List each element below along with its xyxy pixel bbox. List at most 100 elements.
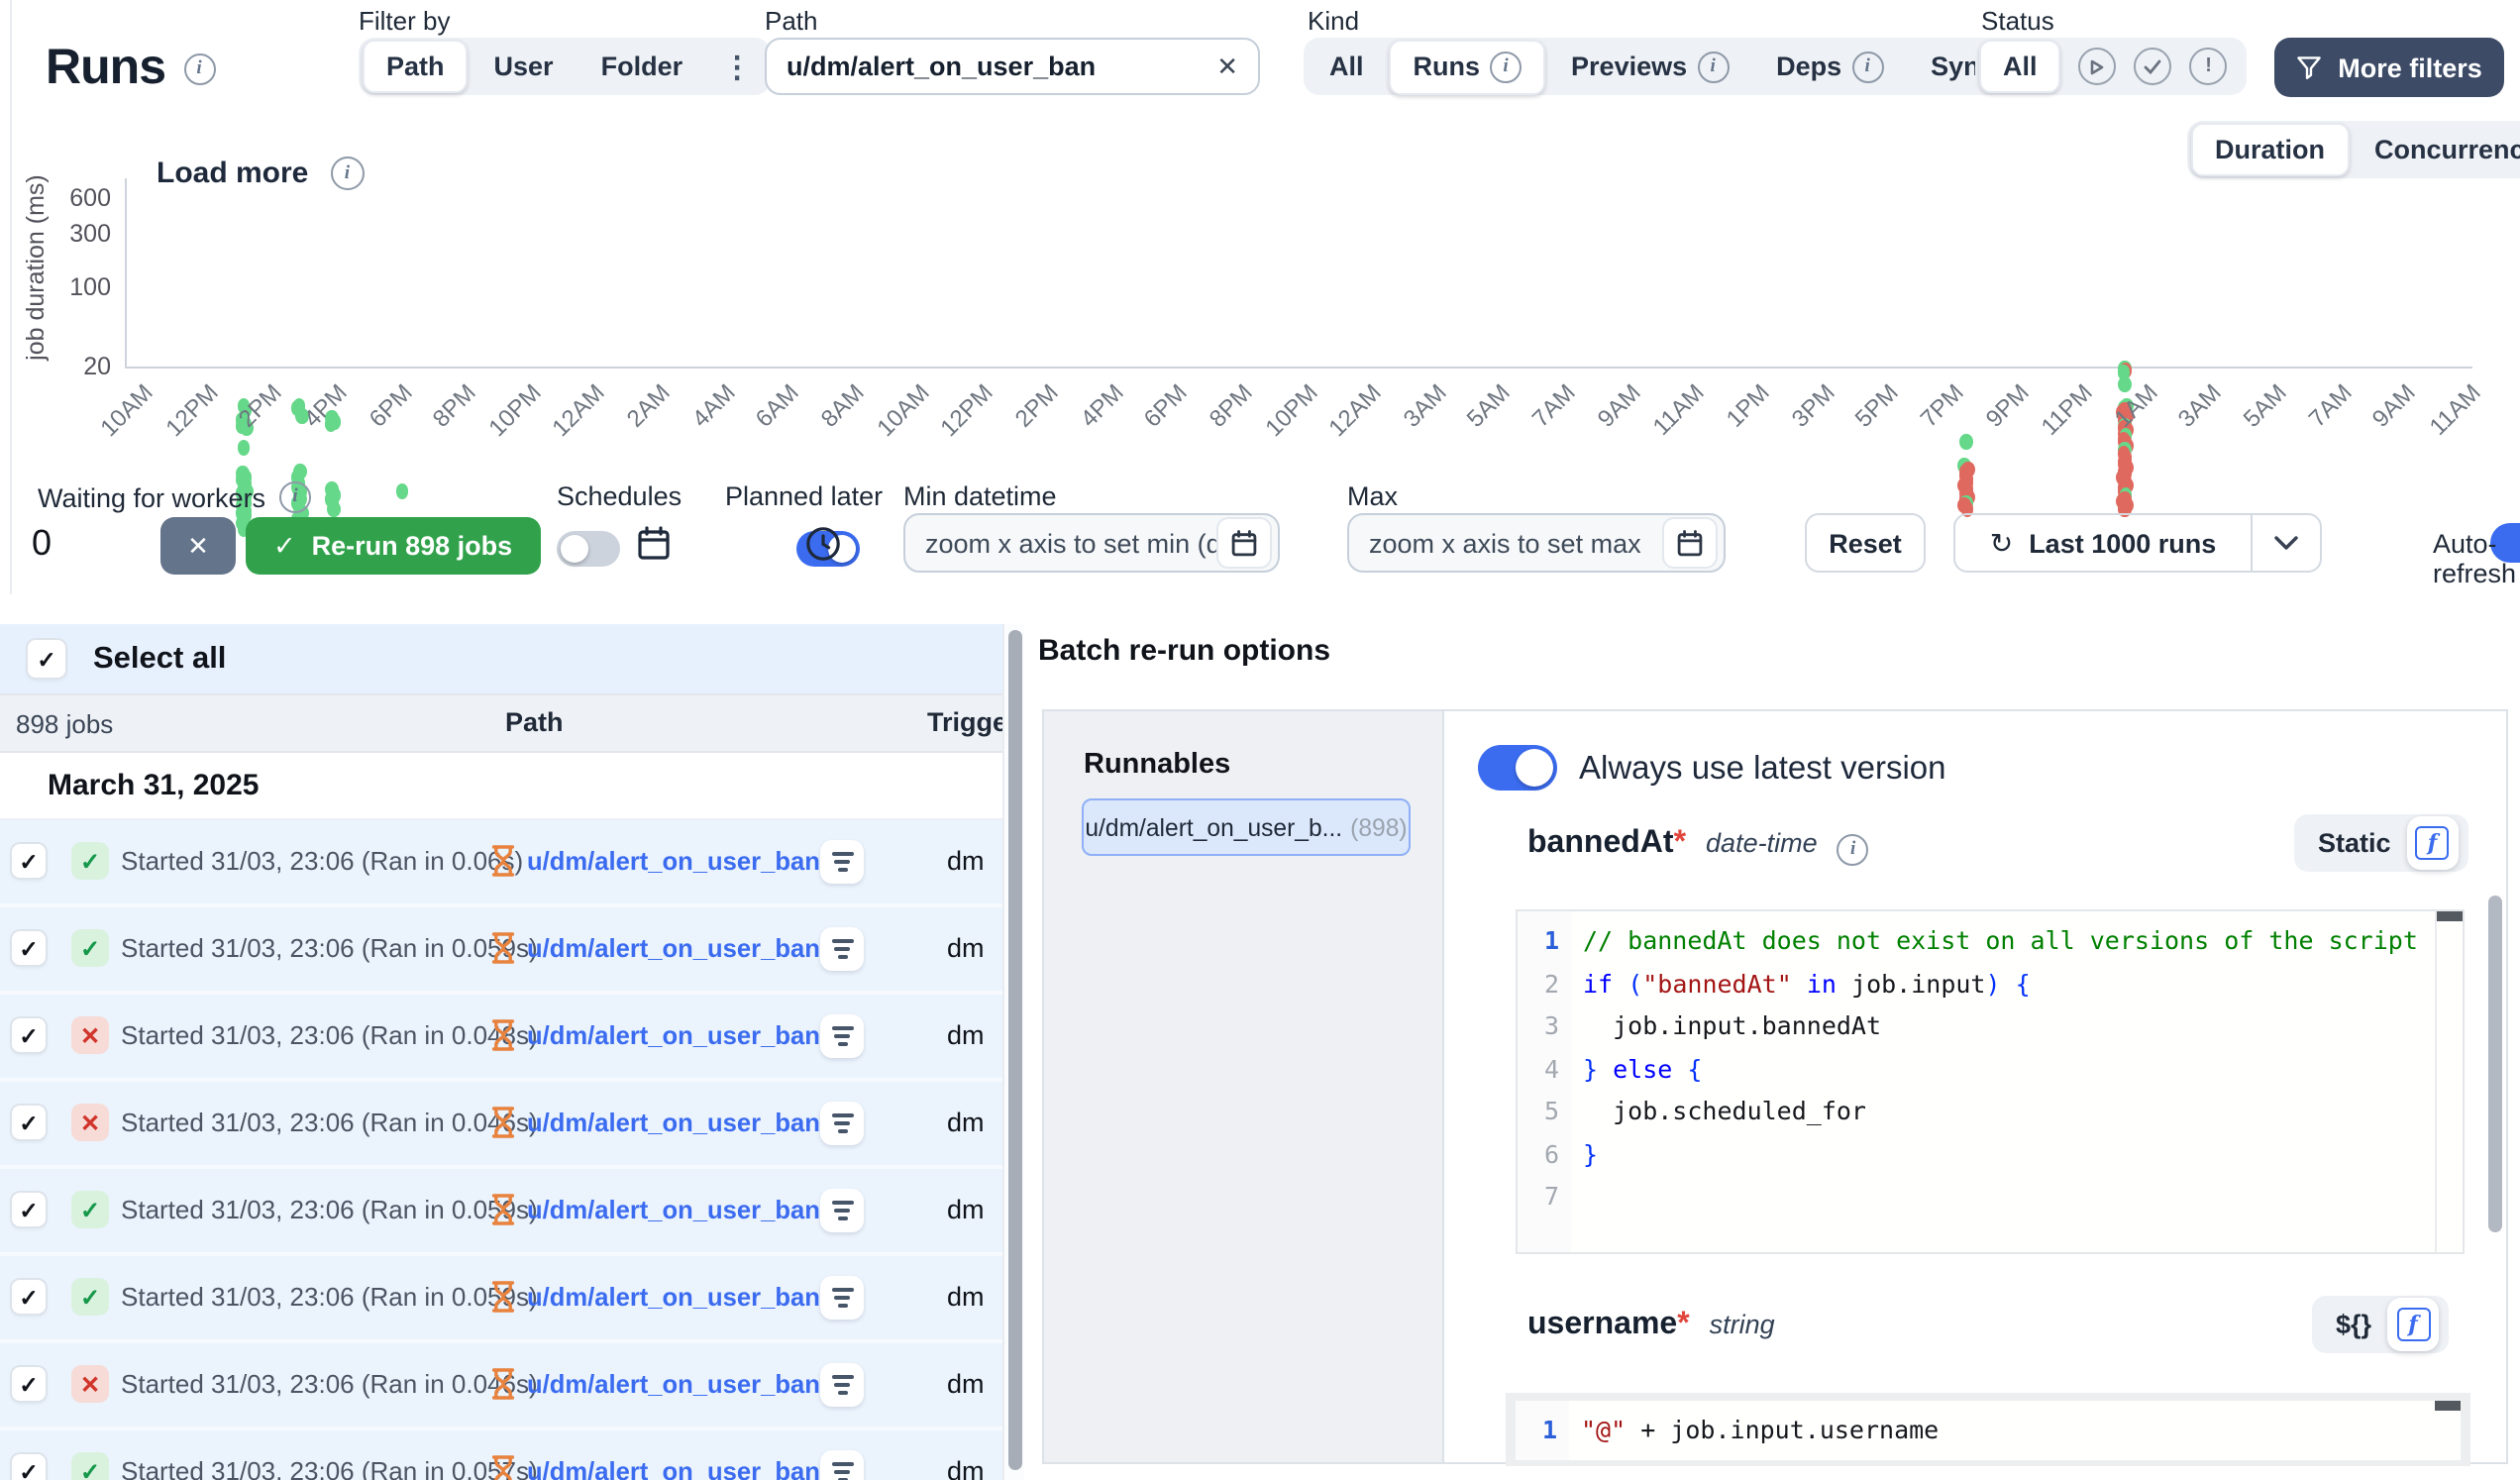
minimap-slider[interactable]: [2435, 1401, 2461, 1410]
batch-panel-scrollbar[interactable]: [2488, 896, 2502, 1232]
table-row[interactable]: ✓ ✓ Started 31/03, 23:06 (Ran in 0.059s)…: [0, 1169, 1002, 1256]
run-path-link[interactable]: u/dm/alert_on_user_ban: [527, 1456, 820, 1480]
filter-by-path-button[interactable]: [820, 840, 864, 884]
always-latest-label: Always use latest version: [1579, 751, 1946, 789]
trigger-kind: dm: [947, 1020, 985, 1050]
schedules-toggle[interactable]: [557, 531, 620, 567]
table-row[interactable]: ✓ ✓ Started 31/03, 23:06 (Ran in 0.059s)…: [0, 907, 1002, 995]
jobs-count: 898 jobs: [16, 709, 113, 739]
editor-code[interactable]: "@" + job.input.username: [1569, 1401, 2461, 1460]
select-all-checkbox[interactable]: ✓: [28, 640, 65, 678]
minimap-divider: [2435, 911, 2437, 1252]
refresh-icon: ↻: [1990, 526, 2013, 560]
scatter-points: [0, 0, 2520, 472]
mode-template[interactable]: ${}: [2336, 1310, 2371, 1339]
table-row[interactable]: ✓ ✓ Started 31/03, 23:06 (Ran in 0.059s)…: [0, 1256, 1002, 1343]
trigger-kind: dm: [947, 1282, 985, 1312]
mode-function-button[interactable]: f: [2387, 1298, 2439, 1351]
runs-range-button[interactable]: ↻ Last 1000 runs: [1953, 513, 2251, 573]
runnable-chip-count: (898): [1350, 813, 1407, 841]
minimap-slider[interactable]: [2437, 911, 2463, 920]
hourglass-icon: [489, 1193, 517, 1226]
run-path-link[interactable]: u/dm/alert_on_user_ban: [527, 1369, 820, 1399]
mode-function-button[interactable]: f: [2407, 816, 2459, 870]
runs-list-scrollbar[interactable]: [1002, 624, 1024, 1480]
row-checkbox[interactable]: ✓: [12, 844, 46, 878]
row-checkbox[interactable]: ✓: [12, 1018, 46, 1052]
min-calendar-button[interactable]: [1216, 517, 1272, 569]
table-row[interactable]: ✓ ✓ Started 31/03, 23:06 (Ran in 0.057s)…: [0, 1430, 1002, 1480]
status-badge: ✓: [71, 1278, 109, 1316]
editor-code[interactable]: // bannedAt does not exist on all versio…: [1571, 911, 2463, 1252]
row-checkbox[interactable]: ✓: [12, 1280, 46, 1314]
column-trigger: Trigger: [927, 707, 1002, 737]
scrollbar-thumb[interactable]: [1008, 630, 1022, 1470]
status-badge: ✓: [71, 1452, 109, 1480]
runs-range-dropdown[interactable]: [2251, 513, 2322, 573]
min-datetime-input[interactable]: zoom x axis to set min (dr: [903, 513, 1280, 573]
run-dot[interactable]: [2118, 375, 2131, 391]
run-path-link[interactable]: u/dm/alert_on_user_ban: [527, 1282, 820, 1312]
field-name: bannedAt*: [1527, 826, 1686, 862]
run-dot[interactable]: [324, 417, 337, 433]
run-dot[interactable]: [395, 482, 408, 498]
filter-by-path-button[interactable]: [820, 1363, 864, 1407]
row-checkbox[interactable]: ✓: [12, 1193, 46, 1226]
filter-by-path-button[interactable]: [820, 1450, 864, 1480]
filter-by-path-button[interactable]: [820, 1276, 864, 1320]
run-path-link[interactable]: u/dm/alert_on_user_ban: [527, 1195, 820, 1224]
filter-by-path-button[interactable]: [820, 1189, 864, 1232]
cancel-selection-button[interactable]: ✕: [160, 517, 236, 575]
run-path-link[interactable]: u/dm/alert_on_user_ban: [527, 933, 820, 963]
run-dot[interactable]: [1959, 433, 1972, 449]
filter-by-path-button[interactable]: [820, 927, 864, 971]
run-started-text: Started 31/03, 23:06 (Ran in 0.046s): [121, 1369, 538, 1399]
field-type: string: [1710, 1310, 1775, 1339]
table-row[interactable]: ✓ ✕ Started 31/03, 23:06 (Ran in 0.048s)…: [0, 995, 1002, 1082]
row-checkbox[interactable]: ✓: [12, 1106, 46, 1139]
duration-chart: job duration (ms) 600 300 100 20: [0, 174, 2520, 472]
trigger-kind: dm: [947, 1369, 985, 1399]
max-datetime-input[interactable]: zoom x axis to set max: [1347, 513, 1726, 573]
row-checkbox[interactable]: ✓: [12, 1454, 46, 1480]
run-path-link[interactable]: u/dm/alert_on_user_ban: [527, 1108, 820, 1137]
reset-button[interactable]: Reset: [1805, 513, 1926, 573]
function-icon: f: [2396, 1308, 2430, 1341]
hourglass-icon: [489, 1018, 517, 1052]
always-latest-toggle[interactable]: [1478, 745, 1557, 791]
select-all-bar: ✓ Select all: [0, 624, 1002, 693]
table-row[interactable]: ✓ ✕ Started 31/03, 23:06 (Ran in 0.046s)…: [0, 1082, 1002, 1169]
runnable-chip[interactable]: u/dm/alert_on_user_b... (898): [1082, 798, 1411, 856]
filter-by-path-button[interactable]: [820, 1014, 864, 1058]
run-started-text: Started 31/03, 23:06 (Ran in 0.059s): [121, 1282, 538, 1312]
run-path-link[interactable]: u/dm/alert_on_user_ban: [527, 846, 820, 876]
row-checkbox[interactable]: ✓: [12, 931, 46, 965]
max-calendar-button[interactable]: [1662, 517, 1718, 569]
run-dot[interactable]: [240, 420, 253, 436]
run-dot[interactable]: [295, 409, 308, 425]
table-row[interactable]: ✓ ✓ Started 31/03, 23:06 (Ran in 0.06s) …: [0, 820, 1002, 907]
max-datetime-placeholder: zoom x axis to set max: [1369, 528, 1662, 558]
max-datetime-label: Max: [1347, 481, 1398, 511]
mode-static[interactable]: Static: [2318, 828, 2391, 858]
rerun-jobs-button[interactable]: ✓ Re-run 898 jobs: [246, 517, 540, 575]
trigger-kind: dm: [947, 1108, 985, 1137]
run-path-link[interactable]: u/dm/alert_on_user_ban: [527, 1020, 820, 1050]
run-started-text: Started 31/03, 23:06 (Ran in 0.057s): [121, 1456, 538, 1480]
run-dot[interactable]: [328, 501, 341, 517]
username-editor-frame: 1 "@" + job.input.username: [1506, 1393, 2470, 1466]
status-badge: ✓: [71, 1191, 109, 1228]
field-name: username*: [1527, 1308, 1690, 1343]
username-code-editor[interactable]: 1 "@" + job.input.username: [1516, 1401, 2461, 1460]
run-dot[interactable]: [237, 441, 250, 457]
trigger-kind: dm: [947, 1195, 985, 1224]
banned-at-code-editor[interactable]: 1234567 // bannedAt does not exist on al…: [1516, 909, 2465, 1254]
chevron-down-icon: [2274, 535, 2298, 551]
runnables-panel: Runnables u/dm/alert_on_user_b... (898): [1044, 711, 1444, 1462]
banned-at-mode-toggle: Static f: [2294, 814, 2468, 872]
batch-rerun-card: Runnables u/dm/alert_on_user_b... (898) …: [1042, 709, 2508, 1464]
filter-by-path-button[interactable]: [820, 1102, 864, 1145]
table-row[interactable]: ✓ ✕ Started 31/03, 23:06 (Ran in 0.046s)…: [0, 1343, 1002, 1430]
waiting-workers-info-icon: i: [279, 481, 311, 513]
row-checkbox[interactable]: ✓: [12, 1367, 46, 1401]
